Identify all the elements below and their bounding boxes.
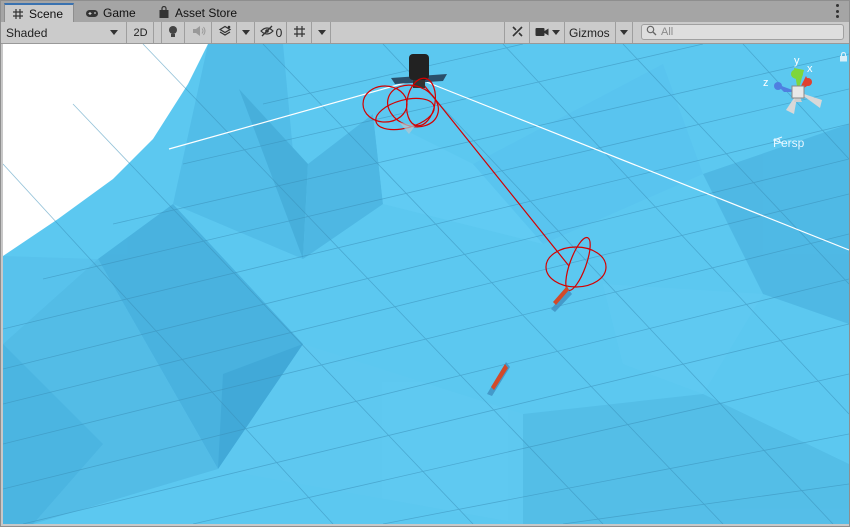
more-options-icon[interactable] [833, 4, 841, 18]
search-icon [646, 25, 657, 39]
gamepad-icon [85, 6, 99, 20]
axis-z-label: z [763, 77, 769, 89]
speaker-icon [192, 25, 206, 40]
hidden-objects-count: 0 [275, 25, 283, 40]
effects-layers-icon [218, 25, 232, 40]
hidden-objects-toggle[interactable]: 0 [256, 22, 287, 43]
camera-icon [535, 26, 549, 40]
effects-dropdown-button[interactable] [238, 22, 255, 43]
chevron-down-icon [620, 30, 628, 35]
scene-render: y x z [3, 44, 849, 524]
gizmos-dropdown-button[interactable] [616, 22, 633, 43]
grid-hash-icon [11, 7, 25, 21]
axis-x-label: x [807, 63, 813, 75]
scene-window: Scene Game Asset Store Shaded 2D 0 Gizmo… [0, 0, 850, 527]
shopping-bag-icon [157, 6, 171, 20]
tab-scene[interactable]: Scene [4, 3, 74, 22]
search-input[interactable] [661, 26, 831, 38]
mode-2d-label: 2D [133, 26, 148, 39]
eye-slash-icon [259, 25, 274, 40]
gizmos-label: Gizmos [569, 25, 610, 40]
chevron-down-icon [242, 30, 250, 35]
hierarchy-search-field[interactable] [641, 24, 844, 40]
tab-bar: Scene Game Asset Store [1, 1, 849, 23]
tab-asset-store-label: Asset Store [175, 5, 238, 20]
axis-y-label: y [794, 55, 800, 67]
tools-button[interactable] [504, 22, 530, 43]
chevron-down-icon [317, 30, 326, 35]
tab-game-label: Game [103, 5, 136, 20]
scene-viewport[interactable]: y x z Persp [3, 44, 849, 524]
lighting-toggle-button[interactable] [161, 22, 185, 43]
grid-toggle-button[interactable] [288, 22, 312, 43]
gizmos-button[interactable]: Gizmos [566, 22, 616, 43]
audio-toggle-button[interactable] [186, 22, 212, 43]
grid-dropdown-button[interactable] [313, 22, 331, 43]
tab-scene-label: Scene [29, 6, 64, 21]
chevron-down-icon [552, 30, 560, 35]
tab-game[interactable]: Game [79, 3, 145, 22]
lightbulb-icon [168, 25, 178, 41]
tools-icon [511, 25, 524, 41]
effects-toggle-button[interactable] [213, 22, 237, 43]
perspective-arrow-icon [773, 136, 783, 144]
mode-2d-button[interactable]: 2D [128, 22, 154, 43]
camera-dropdown[interactable] [531, 22, 565, 43]
draw-mode-value: Shaded [6, 25, 48, 40]
grid-icon [293, 25, 306, 41]
draw-mode-dropdown[interactable]: Shaded [1, 22, 127, 43]
tab-asset-store[interactable]: Asset Store [151, 3, 247, 22]
chevron-down-icon [110, 30, 118, 35]
projection-toggle[interactable]: Persp [773, 136, 804, 150]
